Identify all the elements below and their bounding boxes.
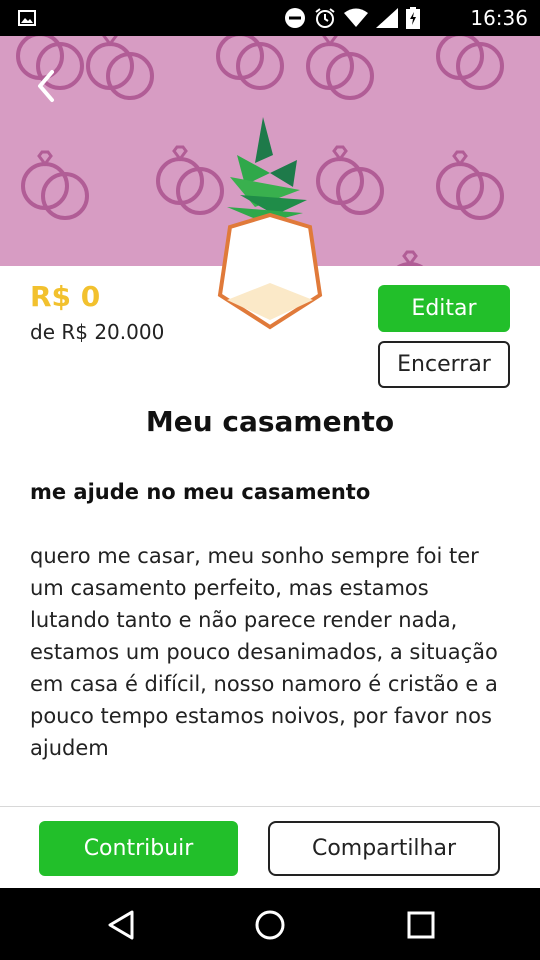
pineapple-jar-icon <box>217 117 323 330</box>
dnd-icon <box>285 8 305 28</box>
campaign-title: Meu casamento <box>145 405 395 438</box>
edit-button[interactable]: Editar <box>378 285 510 332</box>
signal-icon <box>376 8 398 28</box>
campaign-subtitle: me ajude no meu casamento <box>30 480 371 504</box>
wifi-icon <box>344 8 368 27</box>
back-button[interactable] <box>28 66 68 106</box>
campaign-description: quero me casar, meu sonho sempre foi ter… <box>30 544 498 760</box>
home-icon[interactable] <box>253 908 287 942</box>
goal-amount: de R$ 20.000 <box>30 320 165 344</box>
battery-icon <box>406 7 420 29</box>
close-campaign-button[interactable]: Encerrar <box>378 341 510 388</box>
contribute-button[interactable]: Contribuir <box>39 821 238 876</box>
status-icons <box>284 7 420 29</box>
alarm-icon <box>315 8 335 28</box>
navigation-bar <box>0 888 540 960</box>
divider <box>0 806 540 807</box>
back-icon[interactable] <box>104 908 138 942</box>
status-time: 16:36 <box>470 6 528 30</box>
share-button[interactable]: Compartilhar <box>268 821 500 876</box>
recents-icon[interactable] <box>404 908 438 942</box>
chevron-left-icon <box>38 70 54 102</box>
status-bar: 16:36 <box>0 0 540 36</box>
raised-amount: R$ 0 <box>30 280 101 313</box>
image-icon <box>18 10 36 26</box>
